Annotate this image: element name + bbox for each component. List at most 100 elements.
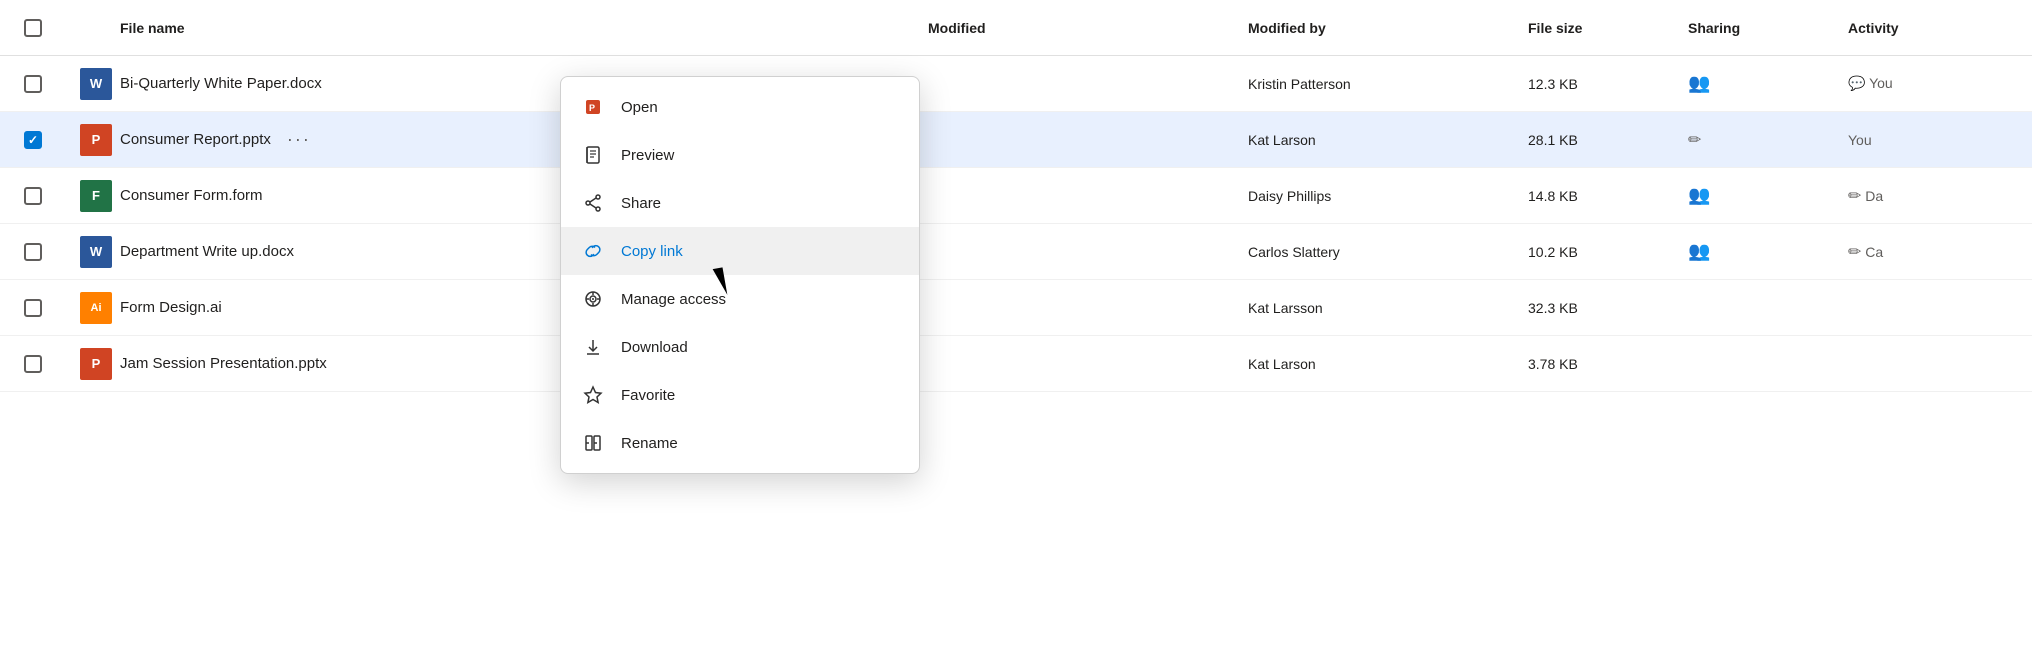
row-checkbox-input[interactable] [24,243,42,261]
col-header-name: File name [120,20,928,36]
edit-icon: ✏ [1848,188,1861,205]
menu-item-manage-access-label: Manage access [621,291,726,308]
file-name: Consumer Report.pptx [120,131,271,148]
menu-item-download[interactable]: Download [561,323,919,371]
select-all-checkbox[interactable] [24,19,42,37]
row-checkbox-input[interactable] [24,131,42,149]
sharing-cell: 👥 [1688,185,1848,206]
file-name: Form Design.ai [120,299,222,316]
menu-item-open[interactable]: P Open [561,83,919,131]
col-header-sharing: Sharing [1688,20,1848,36]
docx-icon: W [80,68,112,100]
manage-access-icon [581,287,605,311]
menu-item-share[interactable]: Share [561,179,919,227]
modified-by-cell: Kat Larsson [1248,300,1528,316]
row-checkbox[interactable] [24,131,72,149]
form-icon: F [80,180,112,212]
file-icon-cell: F [72,180,120,212]
col-header-modified-by: Modified by [1248,20,1528,36]
pptx-icon: P [80,348,112,380]
row-checkbox-input[interactable] [24,299,42,317]
share-icon [581,191,605,215]
table-row[interactable]: W Bi-Quarterly White Paper.docx Kristin … [0,56,2032,112]
file-manager: File name Modified Modified by File size… [0,0,2032,656]
menu-item-preview-label: Preview [621,147,674,164]
table-row[interactable]: P Jam Session Presentation.pptx Kat Lars… [0,336,2032,392]
sharing-icon: 👥 [1688,241,1710,261]
filesize-cell: 10.2 KB [1528,244,1688,260]
docx-icon: W [80,236,112,268]
menu-item-copy-link-label: Copy link [621,243,683,260]
menu-item-favorite[interactable]: Favorite [561,371,919,419]
table-row[interactable]: F Consumer Form.form Daisy Phillips 14.8… [0,168,2032,224]
file-icon-cell: Ai [72,292,120,324]
copy-link-icon [581,239,605,263]
file-icon-cell: P [72,124,120,156]
ai-icon: Ai [80,292,112,324]
row-checkbox[interactable] [24,75,72,93]
sharing-cell: ✏ [1688,130,1848,150]
table-body: W Bi-Quarterly White Paper.docx Kristin … [0,56,2032,656]
table-header: File name Modified Modified by File size… [0,0,2032,56]
sharing-icon: 👥 [1688,73,1710,93]
menu-item-rename-label: Rename [621,435,678,452]
rename-icon [581,431,605,455]
col-header-modified: Modified [928,20,1248,36]
row-checkbox-input[interactable] [24,355,42,373]
activity-cell: ✏ Da [1848,186,2008,206]
menu-item-rename[interactable]: Rename [561,419,919,467]
edit-icon: ✏ [1848,244,1861,261]
sharing-cell: 👥 [1688,241,1848,262]
filesize-cell: 28.1 KB [1528,132,1688,148]
file-name: Jam Session Presentation.pptx [120,355,327,372]
menu-item-favorite-label: Favorite [621,387,675,404]
activity-cell: 💬 You [1848,75,2008,92]
modified-by-cell: Carlos Slattery [1248,244,1528,260]
activity-cell: ✏ Ca [1848,242,2008,262]
menu-item-download-label: Download [621,339,688,356]
open-icon: P [581,95,605,119]
pptx-icon: P [80,124,112,156]
file-icon-cell: W [72,68,120,100]
edit-icon: ✏ [1688,132,1701,149]
preview-icon [581,143,605,167]
row-checkbox-input[interactable] [24,187,42,205]
download-icon [581,335,605,359]
sharing-cell: 👥 [1688,73,1848,94]
file-icon-cell: P [72,348,120,380]
context-menu: P Open Preview Sha [560,76,920,474]
sharing-icon: 👥 [1688,185,1710,205]
header-checkbox[interactable] [24,19,72,37]
file-name: Bi-Quarterly White Paper.docx [120,75,322,92]
favorite-icon [581,383,605,407]
menu-item-share-label: Share [621,195,661,212]
activity-icon: 💬 [1848,75,1865,91]
filesize-cell: 14.8 KB [1528,188,1688,204]
svg-text:P: P [589,103,595,113]
modified-by-cell: Daisy Phillips [1248,188,1528,204]
col-header-activity: Activity [1848,20,2008,36]
menu-item-preview[interactable]: Preview [561,131,919,179]
menu-item-copy-link[interactable]: Copy link [561,227,919,275]
table-row[interactable]: P Consumer Report.pptx ··· Kat Larson 28… [0,112,2032,168]
table-row[interactable]: Ai Form Design.ai Kat Larsson 32.3 KB [0,280,2032,336]
row-checkbox[interactable] [24,243,72,261]
row-checkbox-input[interactable] [24,75,42,93]
activity-cell: You [1848,132,2008,148]
menu-item-manage-access[interactable]: Manage access [561,275,919,323]
row-checkbox[interactable] [24,355,72,373]
file-icon-cell: W [72,236,120,268]
menu-item-open-label: Open [621,99,658,116]
filesize-cell: 3.78 KB [1528,356,1688,372]
modified-by-cell: Kristin Patterson [1248,76,1528,92]
more-options-button[interactable]: ··· [287,129,311,150]
table-row[interactable]: W Department Write up.docx Carlos Slatte… [0,224,2032,280]
row-checkbox[interactable] [24,187,72,205]
col-header-filesize: File size [1528,20,1688,36]
file-name: Department Write up.docx [120,243,294,260]
filesize-cell: 32.3 KB [1528,300,1688,316]
file-name: Consumer Form.form [120,187,263,204]
row-checkbox[interactable] [24,299,72,317]
modified-by-cell: Kat Larson [1248,356,1528,372]
filesize-cell: 12.3 KB [1528,76,1688,92]
